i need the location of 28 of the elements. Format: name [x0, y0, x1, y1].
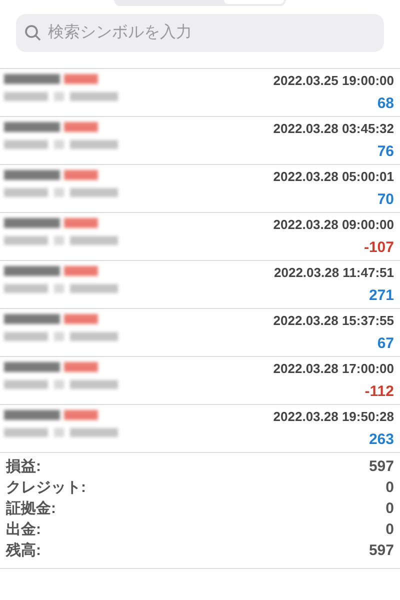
trade-profit: 68 — [377, 94, 394, 114]
summary-value: 597 — [368, 541, 394, 562]
trade-profit: -112 — [364, 382, 394, 402]
trade-time: 2022.03.25 19:00:00 — [273, 72, 394, 90]
trade-time: 2022.03.28 19:50:28 — [273, 408, 394, 426]
summary-value: 0 — [386, 499, 394, 520]
trade-profit: -107 — [364, 238, 394, 258]
trade-time: 2022.03.28 09:00:00 — [273, 216, 394, 234]
search-icon — [24, 24, 42, 42]
summary-label: 残高: — [6, 541, 41, 562]
trade-time: 2022.03.28 11:47:51 — [274, 264, 394, 282]
trade-time: 2022.03.28 05:00:01 — [273, 168, 394, 186]
summary-value: 0 — [386, 478, 394, 498]
trade-time: 2022.03.28 17:00:00 — [273, 360, 394, 378]
trade-profit: 271 — [368, 286, 394, 306]
summary-label: 証拠金: — [6, 499, 56, 520]
summary-label: クレジット: — [6, 478, 86, 498]
trade-profit: 76 — [377, 142, 394, 162]
summary-value: 597 — [368, 457, 394, 478]
trade-profit: 67 — [377, 334, 394, 354]
search-field[interactable]: 検索シンボルを入力 — [16, 14, 384, 52]
trade-time: 2022.03.28 03:45:32 — [273, 120, 394, 138]
trade-profit: 263 — [368, 430, 394, 450]
summary-value: 0 — [386, 520, 394, 540]
trade-time: 2022.03.28 15:37:55 — [273, 312, 394, 330]
summary-label: 出金: — [6, 520, 41, 540]
summary-label: 損益: — [6, 457, 41, 478]
trade-profit: 70 — [377, 190, 394, 210]
